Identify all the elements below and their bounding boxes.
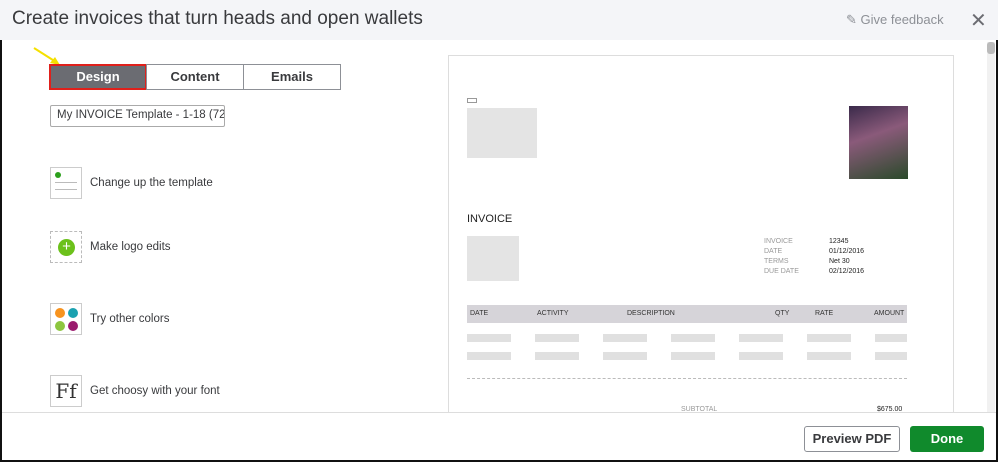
font-option[interactable]: Ff Get choosy with your font: [50, 375, 220, 407]
placeholder-mark: [467, 98, 477, 103]
add-logo-icon: +: [50, 231, 82, 263]
blurred-row: [467, 334, 907, 342]
tab-bar: Design Content Emails: [49, 64, 341, 90]
logo-edits-option[interactable]: + Make logo edits: [50, 231, 171, 263]
close-icon[interactable]: ✕: [970, 8, 987, 33]
blurred-billing-info: [467, 236, 519, 281]
divider: [467, 378, 907, 379]
tab-content[interactable]: Content: [146, 64, 244, 90]
scrollbar-thumb[interactable]: [987, 42, 995, 54]
give-feedback-link[interactable]: ✎ Give feedback: [846, 12, 944, 28]
tab-emails[interactable]: Emails: [243, 64, 341, 90]
template-name-input[interactable]: My INVOICE Template - 1-18 (7217: [50, 105, 225, 127]
dialog-title: Create invoices that turn heads and open…: [12, 8, 423, 29]
invoice-meta-values: 12345 01/12/2016 Net 30 02/12/2016: [829, 238, 865, 275]
scrollbar[interactable]: [987, 42, 995, 412]
invoice-preview: INVOICE INVOICE DATE TERMS DUE DATE 12345 01…: [448, 55, 954, 415]
line-items-header: DATE ACTIVITY DESCRIPTION QTY RATE AMOUNT: [467, 305, 907, 323]
preview-pdf-button[interactable]: Preview PDF: [804, 426, 900, 452]
done-button[interactable]: Done: [910, 426, 984, 452]
invoice-meta-labels: INVOICE DATE TERMS DUE DATE: [764, 238, 799, 275]
color-palette-icon: [50, 303, 82, 335]
blurred-row: [467, 352, 907, 360]
font-icon: Ff: [50, 375, 82, 407]
template-icon: [50, 167, 82, 199]
logo-image: [849, 106, 908, 179]
dialog-footer: Preview PDF Done: [2, 412, 996, 460]
blurred-company-info: [467, 108, 537, 158]
invoice-heading: INVOICE: [467, 213, 513, 225]
colors-option[interactable]: Try other colors: [50, 303, 169, 335]
annotation-arrow-icon: [33, 47, 60, 65]
change-template-option[interactable]: Change up the template: [50, 167, 213, 199]
tab-design[interactable]: Design: [49, 64, 147, 90]
dialog-header: Create invoices that turn heads and open…: [0, 0, 998, 40]
feedback-icon: ✎: [846, 12, 861, 27]
